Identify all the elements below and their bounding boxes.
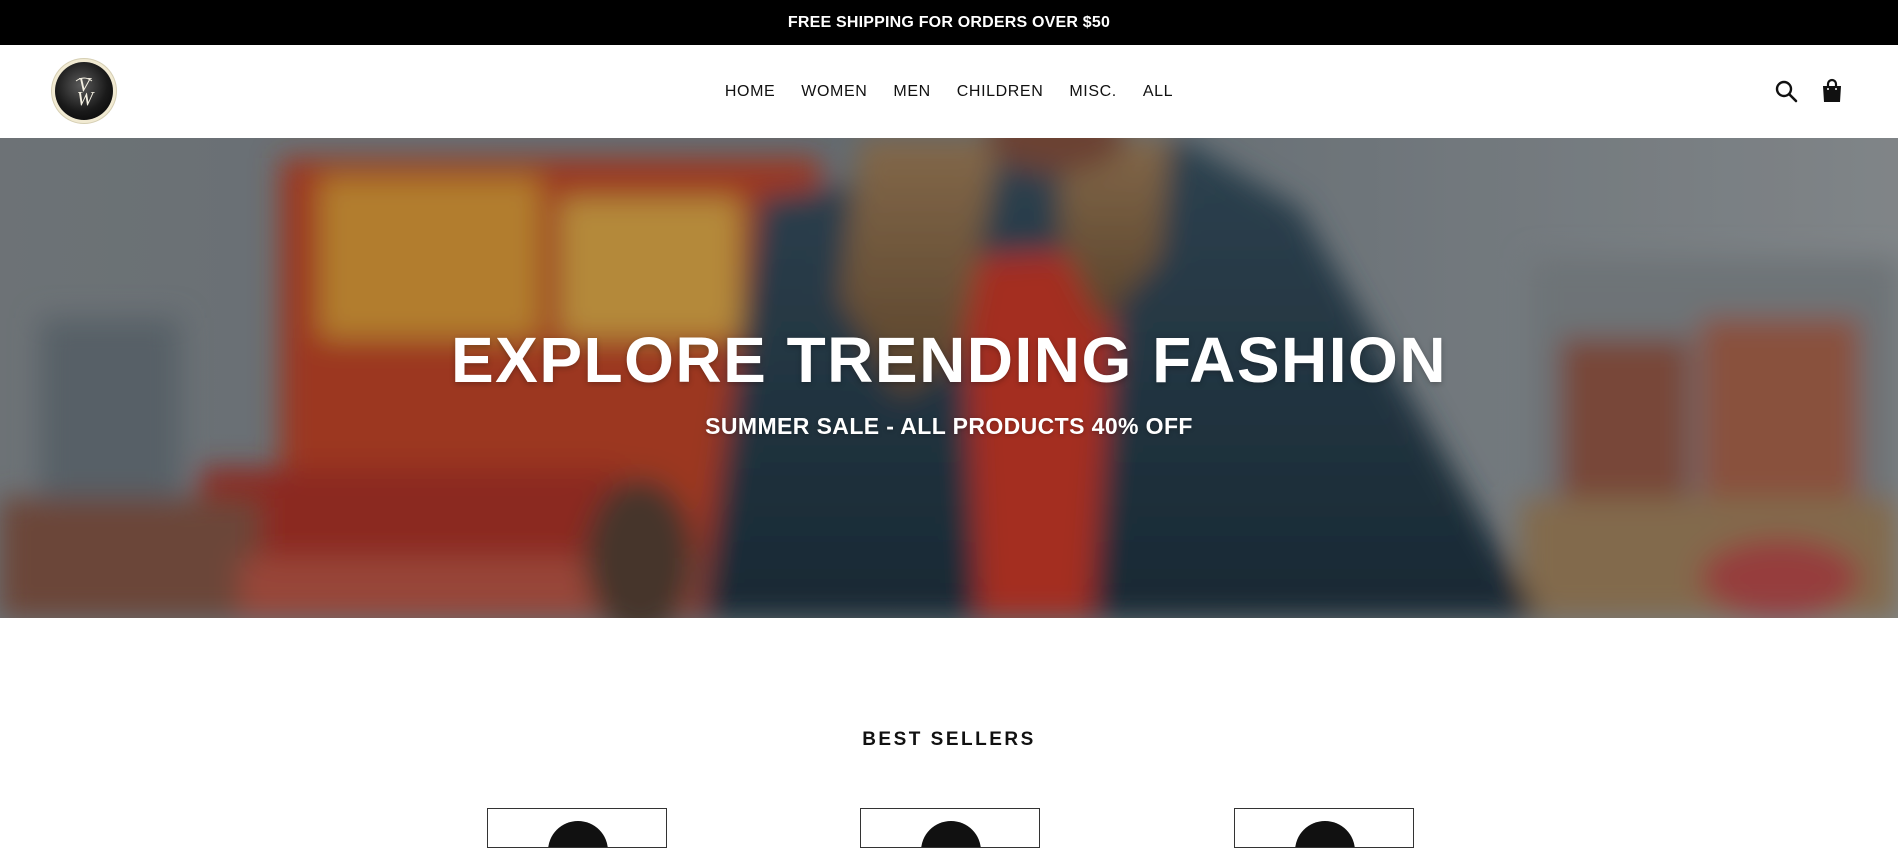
product-card[interactable] xyxy=(860,808,1040,848)
search-button[interactable] xyxy=(1773,78,1799,104)
svg-text:W: W xyxy=(77,88,96,110)
shopping-bag-icon xyxy=(1823,78,1841,102)
cart-button[interactable] xyxy=(1819,78,1845,104)
main-navigation: HOME WOMEN MEN CHILDREN MISC. ALL xyxy=(0,45,1898,138)
hero-title: EXPLORE TRENDING FASHION xyxy=(450,323,1448,396)
hero-banner[interactable]: EXPLORE TRENDING FASHION SUMMER SALE - A… xyxy=(0,138,1898,618)
store-logo[interactable]: V W xyxy=(55,62,113,120)
product-image xyxy=(921,821,981,847)
announcement-bar: FREE SHIPPING FOR ORDERS OVER $50 xyxy=(0,0,1898,45)
nav-misc[interactable]: MISC. xyxy=(1069,83,1116,100)
product-card[interactable] xyxy=(487,808,667,848)
product-card[interactable] xyxy=(1234,808,1414,848)
nav-men[interactable]: MEN xyxy=(893,83,930,100)
hero-subtitle: SUMMER SALE - ALL PRODUCTS 40% OFF xyxy=(705,412,1193,439)
announcement-text: FREE SHIPPING FOR ORDERS OVER $50 xyxy=(787,13,1111,31)
hero-content: EXPLORE TRENDING FASHION SUMMER SALE - A… xyxy=(0,138,1898,618)
nav-children[interactable]: CHILDREN xyxy=(957,83,1044,100)
nav-all[interactable]: ALL xyxy=(1143,83,1173,100)
site-header: V W HOME WOMEN MEN CHILDREN MISC. ALL xyxy=(0,45,1898,138)
nav-women[interactable]: WOMEN xyxy=(801,83,867,100)
search-icon xyxy=(1775,80,1798,103)
logo-monogram-icon: V W xyxy=(75,74,96,110)
nav-home[interactable]: HOME xyxy=(725,83,775,100)
product-image xyxy=(548,821,608,847)
product-image xyxy=(1295,821,1355,847)
best-sellers-title: BEST SELLERS xyxy=(862,729,1036,750)
